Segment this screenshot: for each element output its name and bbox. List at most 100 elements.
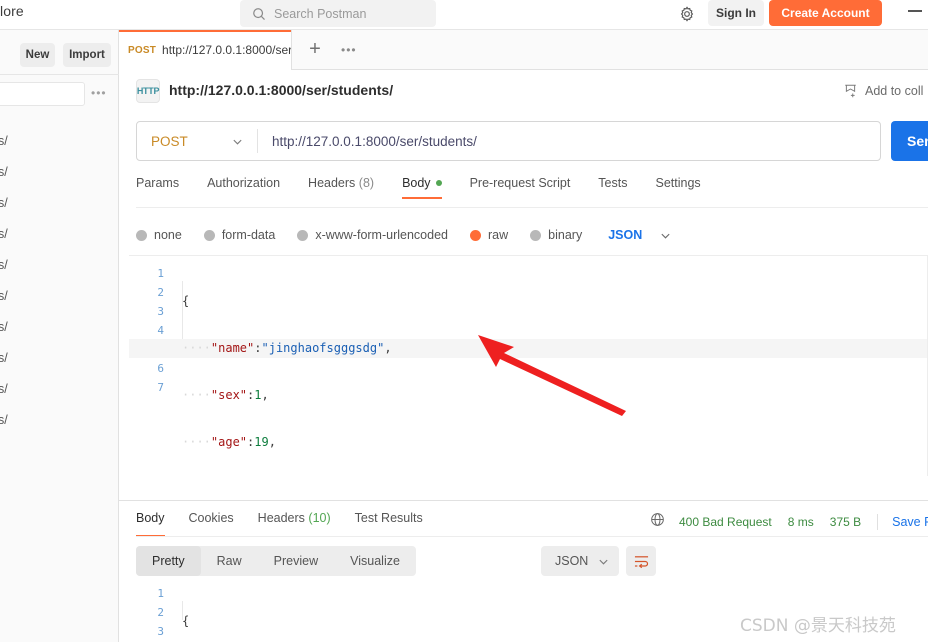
body-type-none-label: none (154, 228, 182, 242)
body-format-select[interactable]: JSON (608, 228, 671, 242)
body-type-row: none form-data x-www-form-urlencoded raw… (136, 220, 881, 250)
tab-url-label: http://127.0.0.1:8000/ser (162, 43, 292, 57)
list-item[interactable]: s/ (0, 342, 119, 373)
list-item[interactable]: s/ (0, 373, 119, 404)
tab-request-post-students[interactable]: POST http://127.0.0.1:8000/ser (119, 30, 292, 70)
method-label: POST (151, 133, 188, 149)
url-input[interactable] (258, 122, 880, 160)
response-tabs-underline (136, 536, 928, 537)
request-tab-strip: POST http://127.0.0.1:8000/ser + ••• (119, 30, 928, 70)
method-select[interactable]: POST (137, 122, 257, 160)
editor-line-numbers: 1 2 3 4 5 6 7 (129, 264, 173, 397)
response-tab-headers[interactable]: Headers (10) (258, 511, 331, 537)
code-line: ····"name":"jinghaofsgggsdg", (129, 339, 928, 358)
line-number: 3 (157, 305, 164, 318)
list-item[interactable]: s/ (0, 218, 119, 249)
line-number: 2 (157, 606, 164, 619)
list-item[interactable]: s/ (0, 404, 119, 435)
radio-icon (470, 229, 481, 241)
line-number: 1 (157, 267, 164, 280)
response-body-code: { "error": "校验失败" } (182, 584, 338, 642)
create-account-button[interactable]: Create Account (769, 0, 882, 26)
tab-headers-count: (8) (358, 176, 375, 190)
response-view-mode-group: Pretty Raw Preview Visualize (136, 546, 416, 576)
view-mode-pretty[interactable]: Pretty (136, 546, 201, 576)
sidebar-item-label: s/ (0, 195, 8, 210)
tab-pre-request-script[interactable]: Pre-request Script (470, 176, 571, 199)
new-button[interactable]: New (20, 43, 55, 67)
chevron-down-icon (233, 139, 242, 145)
add-to-collection-label: Add to coll (865, 83, 924, 98)
tab-tests[interactable]: Tests (598, 176, 627, 199)
csdn-watermark: CSDN @景天科技苑 (740, 616, 896, 636)
sidebar-item-label: s/ (0, 350, 8, 365)
code-line: { (182, 614, 190, 628)
sign-in-button[interactable]: Sign In (708, 0, 764, 26)
line-number: 3 (157, 625, 164, 638)
sidebar-item-label: s/ (0, 319, 8, 334)
list-item[interactable]: s/ (0, 249, 119, 280)
line-number: 7 (157, 381, 164, 394)
body-type-urlencoded[interactable]: x-www-form-urlencoded (297, 228, 448, 242)
tab-settings[interactable]: Settings (655, 176, 700, 199)
response-divider (119, 500, 928, 501)
gear-icon (680, 6, 694, 22)
sidebar-search-input[interactable] (0, 82, 85, 106)
list-item[interactable]: s/ (0, 156, 119, 187)
body-type-none[interactable]: none (136, 228, 182, 242)
http-badge-label: HTTP (136, 86, 160, 96)
list-item[interactable]: s/ (0, 187, 119, 218)
response-format-select[interactable]: JSON (541, 546, 619, 576)
tab-params[interactable]: Params (136, 176, 179, 199)
response-tab-headers-label: Headers (257, 511, 305, 525)
tab-more-icon[interactable]: ••• (341, 44, 357, 56)
settings-button[interactable] (676, 3, 698, 25)
sidebar-item-label: s/ (0, 133, 8, 148)
body-type-binary[interactable]: binary (530, 228, 582, 242)
save-response-button[interactable]: Save Resp (892, 515, 928, 529)
body-type-form-data[interactable]: form-data (203, 228, 275, 242)
sidebar-item-label: s/ (0, 257, 8, 272)
main-panel: POST http://127.0.0.1:8000/ser + ••• HTT… (119, 30, 928, 642)
view-mode-preview[interactable]: Preview (258, 546, 334, 576)
list-item[interactable]: s/ (0, 125, 119, 156)
sidebar-more-icon[interactable]: ••• (91, 87, 107, 99)
sidebar-actions: New Import (0, 40, 119, 70)
search-icon (253, 7, 265, 20)
body-type-binary-label: binary (548, 228, 583, 242)
response-tab-body[interactable]: Body (136, 511, 165, 537)
radio-icon (136, 229, 147, 241)
response-tabs: Body Cookies Headers (10) Test Results (136, 511, 447, 537)
list-item[interactable]: s/ (0, 280, 119, 311)
code-line: { (182, 294, 190, 308)
response-line-numbers: 1 2 3 (129, 584, 173, 641)
send-button[interactable]: Send (891, 121, 928, 161)
tab-headers[interactable]: Headers (8) (308, 176, 374, 199)
explore-menu-label[interactable]: lore (0, 3, 24, 19)
search-input[interactable]: Search Postman (240, 0, 436, 27)
wrap-lines-button[interactable] (626, 546, 656, 576)
response-tab-cookies[interactable]: Cookies (189, 511, 234, 537)
request-body-editor[interactable]: 1 2 3 4 5 6 7 { ····"name":"jinghaofsggg… (129, 255, 928, 476)
tab-authorization[interactable]: Authorization (207, 176, 280, 199)
sidebar-item-label: s/ (0, 226, 8, 241)
sidebar: New Import ••• s/ s/ s/ s/ s/ s/ s/ s/ s… (0, 30, 119, 642)
window-minimize-button[interactable] (908, 10, 922, 12)
line-number: 4 (157, 324, 164, 337)
sidebar-item-label: s/ (0, 381, 8, 396)
body-type-raw-label: raw (488, 228, 509, 242)
body-type-raw[interactable]: raw (470, 228, 508, 242)
import-button[interactable]: Import (63, 43, 111, 67)
view-mode-visualize[interactable]: Visualize (334, 546, 416, 576)
code-line: ····"sex":1, (182, 388, 269, 402)
add-to-collection-button[interactable]: Add to coll (843, 83, 923, 98)
line-number: 6 (157, 362, 164, 375)
new-tab-button[interactable]: + (305, 39, 325, 60)
list-item[interactable]: s/ (0, 311, 119, 342)
response-tab-test-results[interactable]: Test Results (355, 511, 423, 537)
tab-body[interactable]: Body (402, 176, 442, 199)
request-tabs: Params Authorization Headers (8) Body Pr… (136, 176, 881, 208)
tab-method-label: POST (128, 44, 157, 56)
chevron-down-icon (599, 559, 608, 565)
view-mode-raw[interactable]: Raw (201, 546, 258, 576)
